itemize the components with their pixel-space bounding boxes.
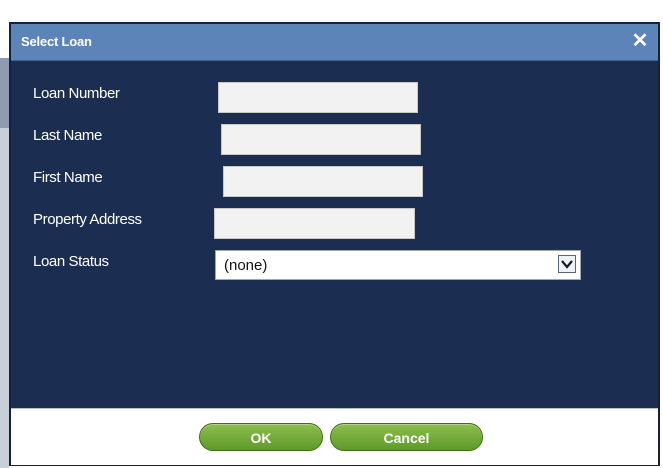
close-icon[interactable]: ✕ [630, 30, 650, 52]
dialog-titlebar: Select Loan ✕ [11, 24, 658, 61]
background-window-header [0, 58, 9, 128]
cancel-button[interactable]: Cancel [330, 423, 483, 451]
chevron-down-icon-glyph [561, 260, 573, 269]
property-address-input[interactable] [214, 208, 415, 239]
loan-status-label: Loan Status [33, 253, 109, 270]
loan-status-select[interactable]: (none) [215, 250, 581, 280]
dialog-footer: OK Cancel [11, 408, 658, 465]
first-name-input[interactable] [223, 166, 423, 197]
ok-button[interactable]: OK [199, 423, 323, 451]
loan-status-selected-value: (none) [224, 257, 268, 274]
first-name-label: First Name [33, 169, 103, 186]
chevron-down-icon[interactable] [558, 255, 576, 273]
loan-number-label: Loan Number [33, 85, 120, 102]
last-name-input[interactable] [221, 124, 421, 155]
background-window-edge [0, 58, 9, 468]
select-loan-dialog: Select Loan ✕ Loan Number Last Name Firs… [9, 22, 660, 466]
dialog-title: Select Loan [21, 34, 92, 49]
last-name-label: Last Name [33, 127, 102, 144]
loan-number-input[interactable] [218, 82, 418, 113]
property-address-label: Property Address [33, 211, 142, 228]
